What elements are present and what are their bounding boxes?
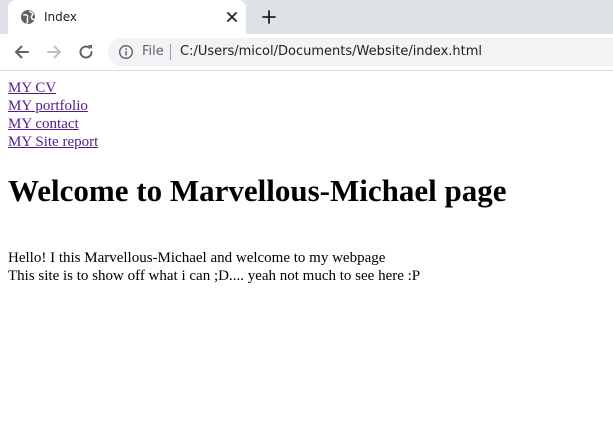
intro-text: Hello! I this Marvellous-Michael and wel… — [8, 249, 420, 285]
new-tab-plus-icon[interactable] — [260, 8, 278, 26]
scheme-label: File — [142, 44, 164, 59]
tab-title: Index — [44, 10, 78, 24]
info-icon[interactable] — [118, 44, 134, 60]
nav-link-portfolio[interactable]: MY portfolio — [8, 97, 98, 115]
browser-window: Index File C:/Users/micol/Documents/Webs… — [0, 0, 613, 424]
tab-strip: Index — [0, 0, 613, 34]
close-icon[interactable] — [224, 9, 240, 25]
page-content: MY CV MY portfolio MY contact MY Site re… — [0, 71, 613, 424]
intro-line: Hello! I this Marvellous-Michael and wel… — [8, 250, 386, 266]
intro-line: This site is to show off what i can ;D..… — [8, 268, 421, 284]
url-text[interactable]: C:/Users/micol/Documents/Website/index.h… — [180, 44, 482, 60]
nav-links: MY CV MY portfolio MY contact MY Site re… — [8, 79, 98, 151]
reload-icon[interactable] — [76, 42, 96, 62]
browser-toolbar: File C:/Users/micol/Documents/Website/in… — [0, 34, 613, 71]
back-arrow-icon[interactable] — [12, 42, 32, 62]
nav-link-cv[interactable]: MY CV — [8, 79, 98, 97]
nav-link-site-report[interactable]: MY Site report — [8, 133, 98, 151]
globe-icon — [20, 9, 36, 25]
nav-link-contact[interactable]: MY contact — [8, 115, 98, 133]
address-bar[interactable]: File C:/Users/micol/Documents/Website/in… — [108, 38, 613, 66]
page-title: Welcome to Marvellous-Michael page — [8, 173, 507, 208]
tab-index[interactable]: Index — [8, 0, 246, 34]
address-separator — [170, 44, 171, 60]
forward-arrow-icon[interactable] — [44, 42, 64, 62]
